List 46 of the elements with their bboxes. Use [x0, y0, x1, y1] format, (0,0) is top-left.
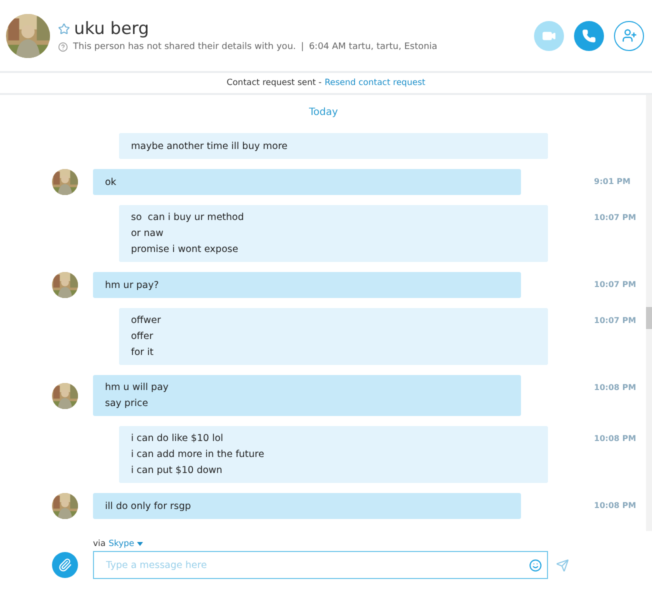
message-time: 10:07 PM	[594, 316, 638, 325]
message-text: i can add more in the future	[131, 449, 266, 460]
message-text: or naw	[131, 228, 164, 239]
message-text: ok	[105, 176, 118, 188]
message-time: 10:08 PM	[594, 501, 638, 510]
question-icon	[58, 42, 68, 52]
request-status: Contact request sent -	[226, 78, 322, 88]
message-text: i can put $10 down	[131, 465, 224, 476]
message-text: so can i buy ur method	[131, 212, 245, 223]
smiley-icon	[529, 558, 542, 572]
details-text: This person has not shared their details with you.	[73, 42, 296, 52]
message-text: say price	[105, 398, 150, 409]
add-contact-button[interactable]	[614, 20, 644, 50]
scrollbar[interactable]	[646, 95, 652, 531]
call-button[interactable]	[574, 20, 604, 50]
star-icon[interactable]	[58, 23, 70, 35]
phone-icon	[582, 28, 596, 42]
message-text: ill do only for rsgp	[105, 500, 192, 512]
message-time: 10:07 PM	[594, 213, 638, 222]
message-text: hm u will pay	[105, 382, 170, 393]
message-box[interactable]: Type a message here	[93, 551, 548, 579]
message-text: maybe another time ill buy more	[131, 140, 288, 152]
message-text: hm ur pay?	[105, 280, 160, 290]
day-label: Today	[307, 107, 340, 118]
contact-name: uku berg	[74, 19, 150, 39]
send-icon	[556, 558, 569, 572]
message-time: 9:01 PM	[594, 177, 632, 186]
via-label: via	[93, 539, 106, 549]
send-button[interactable]	[556, 558, 569, 572]
message-time: 10:08 PM	[594, 434, 638, 443]
paperclip-icon	[58, 558, 72, 572]
emoji-button[interactable]	[529, 558, 542, 572]
message-text: promise i wont expose	[131, 244, 240, 255]
message-text: for it	[131, 347, 154, 358]
add-person-icon	[622, 28, 636, 43]
message-text: i can do like $10 lol	[131, 433, 224, 444]
separator: |	[300, 42, 304, 52]
message-text: offwer	[131, 315, 162, 326]
message-text: offer	[131, 331, 154, 342]
attach-button[interactable]	[52, 552, 78, 578]
resend-link[interactable]: Resend contact request	[324, 78, 426, 88]
message-time: 10:07 PM	[594, 280, 638, 289]
caret-icon	[137, 542, 144, 546]
message-time: 10:08 PM	[594, 383, 638, 392]
local-time: 6:04 AM tartu, tartu, Estonia	[308, 42, 438, 52]
service-link[interactable]: Skype	[108, 539, 134, 549]
